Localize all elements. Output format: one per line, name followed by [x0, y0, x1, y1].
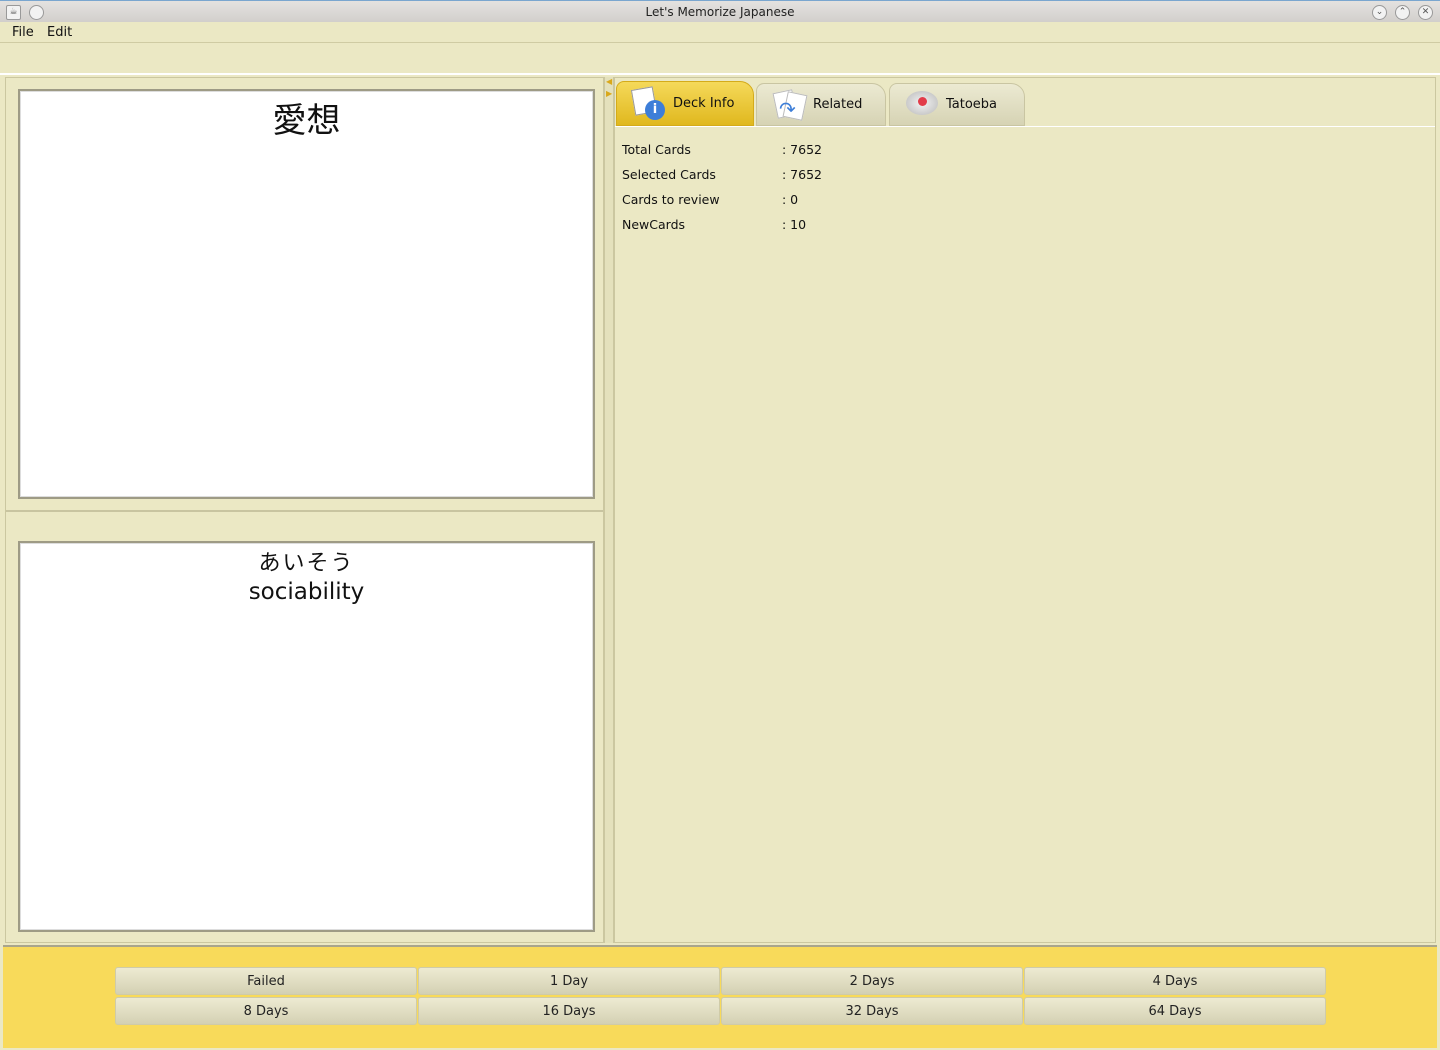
tab-label: Deck Info	[673, 96, 735, 111]
info-label: Total Cards	[622, 142, 691, 157]
maximize-icon[interactable]: ⌃	[1395, 5, 1410, 20]
collapse-left-icon[interactable]: ◀	[606, 77, 612, 86]
info-value: : 7652	[782, 167, 822, 182]
card-meaning: sociability	[248, 579, 365, 605]
menu-bar: File Edit	[0, 22, 1440, 43]
minimize-icon[interactable]: ⌄	[1372, 5, 1387, 20]
info-label: Cards to review	[622, 192, 720, 207]
32-days-button[interactable]: 32 Days	[721, 997, 1023, 1025]
window-title: Let's Memorize Japanese	[645, 5, 795, 19]
info-value: : 7652	[782, 142, 822, 157]
info-row-selected-cards: Selected Cards : 7652	[622, 167, 822, 182]
2-days-button[interactable]: 2 Days	[721, 967, 1023, 995]
collapse-right-icon[interactable]: ▶	[606, 89, 612, 98]
8-days-button[interactable]: 8 Days	[115, 997, 417, 1025]
tab-label: Related	[813, 97, 863, 112]
tab-label: Tatoeba	[946, 97, 998, 112]
1-day-button[interactable]: 1 Day	[418, 967, 720, 995]
info-value: : 10	[782, 217, 807, 232]
failed-button[interactable]: Failed	[115, 967, 417, 995]
review-button-bar: Failed 1 Day 2 Days 4 Days 8 Days 16 Day…	[3, 945, 1437, 1048]
tab-tatoeba[interactable]: Tatoeba	[889, 83, 1025, 126]
4-days-button[interactable]: 4 Days	[1024, 967, 1326, 995]
menu-edit[interactable]: Edit	[47, 25, 72, 40]
info-label: Selected Cards	[622, 167, 716, 182]
info-panel: i Deck Info ↷ Related Tatoeba Total Card…	[614, 77, 1436, 943]
info-row-total-cards: Total Cards : 7652	[622, 142, 822, 157]
64-days-button[interactable]: 64 Days	[1024, 997, 1326, 1025]
card-divider[interactable]	[6, 510, 603, 512]
speech-bubble-icon	[906, 89, 938, 121]
card-kanji: 愛想	[272, 101, 341, 141]
toolbar	[0, 43, 1440, 75]
info-value: : 0	[782, 192, 799, 207]
split-pane-divider[interactable]: ◀ ▶	[604, 77, 614, 943]
menu-file[interactable]: File	[12, 25, 34, 40]
info-row-new-cards: NewCards : 10	[622, 217, 806, 232]
card-panel: 愛想 あいそう sociability	[5, 77, 604, 943]
card-back: あいそう sociability	[18, 541, 595, 932]
deck-info-icon: i	[630, 85, 665, 120]
close-icon[interactable]: ✕	[1418, 5, 1433, 20]
title-bar: ☕ Let's Memorize Japanese ⌄ ⌃ ✕	[0, 0, 1440, 22]
16-days-button[interactable]: 16 Days	[418, 997, 720, 1025]
tab-deck-info[interactable]: i Deck Info	[616, 81, 754, 126]
tab-related[interactable]: ↷ Related	[756, 83, 886, 126]
card-front: 愛想	[18, 89, 595, 499]
tab-separator	[615, 126, 1435, 127]
card-reading: あいそう	[258, 551, 355, 576]
related-cards-icon: ↷	[772, 88, 808, 121]
info-label: NewCards	[622, 217, 686, 232]
info-row-cards-to-review: Cards to review : 0	[622, 192, 798, 207]
